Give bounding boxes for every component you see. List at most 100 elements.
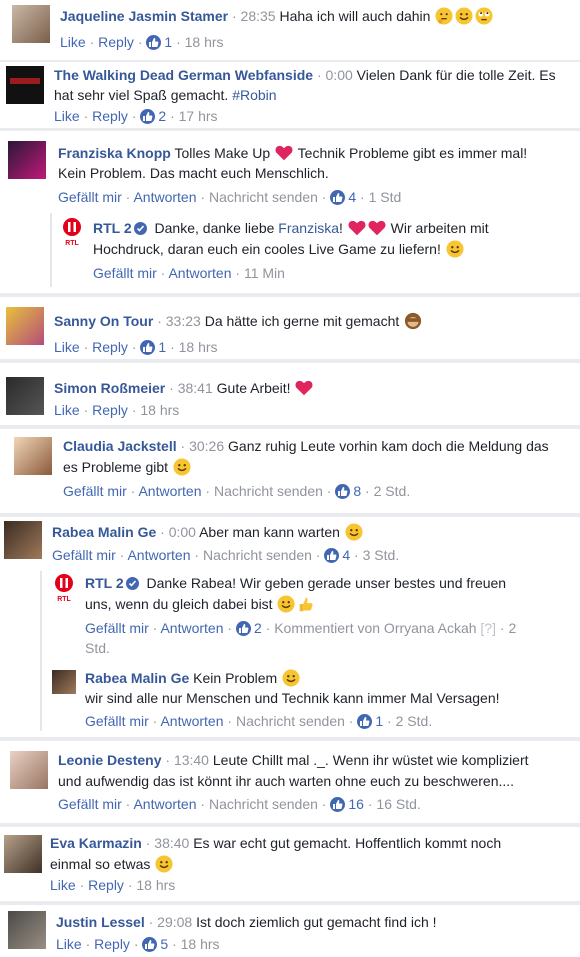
like-count[interactable]: 16 [348, 796, 364, 812]
send-message-link[interactable]: Nachricht senden [203, 547, 312, 563]
send-message-link[interactable]: Nachricht senden [209, 796, 318, 812]
reply-link[interactable]: Reply [88, 877, 124, 893]
author-name[interactable]: Claudia Jackstell [63, 438, 177, 454]
avatar[interactable] [6, 307, 44, 345]
timestamp[interactable]: 30:26 [189, 438, 224, 454]
author-name[interactable]: Eva Karmazin [50, 835, 142, 851]
timestamp[interactable]: 38:40 [154, 835, 189, 851]
avatar[interactable] [4, 521, 42, 559]
reply-link[interactable]: Antworten [133, 796, 196, 812]
age[interactable]: 18 hrs [181, 936, 220, 952]
rtl2-logo[interactable]: RTL [60, 217, 84, 247]
author-name[interactable]: Sanny On Tour [54, 313, 153, 329]
avatar[interactable] [14, 437, 52, 475]
like-link[interactable]: Like [54, 339, 80, 355]
reply-thread-line [50, 213, 52, 287]
author-name[interactable]: Justin Lessel [56, 914, 145, 930]
age[interactable]: 11 Min [244, 265, 285, 281]
smile-emoji-icon [282, 669, 300, 687]
send-message-link[interactable]: Nachricht senden [236, 713, 345, 729]
timestamp[interactable]: 28:35 [241, 8, 276, 24]
reply-link[interactable]: Antworten [160, 620, 223, 636]
like-link[interactable]: Like [56, 936, 82, 952]
like-link[interactable]: Like [54, 402, 80, 418]
reply-link[interactable]: Reply [98, 34, 134, 50]
author-name[interactable]: Simon Roßmeier [54, 380, 165, 396]
comment-claudia: Claudia Jackstell · 30:26 Ganz ruhig Leu… [0, 429, 580, 513]
author-name[interactable]: Leonie Desteny [58, 752, 161, 768]
like-link[interactable]: Gefällt mir [85, 713, 149, 729]
comment-eva: Eva Karmazin · 38:40 Es war echt gut gem… [0, 827, 580, 901]
hashtag-link[interactable]: #Robin [232, 87, 276, 103]
reply-link[interactable]: Reply [94, 936, 130, 952]
avatar[interactable] [4, 835, 42, 873]
reply-link[interactable]: Antworten [160, 713, 223, 729]
help-link[interactable]: [?] [480, 620, 496, 636]
comment-text-line2: es Probleme gibt [63, 459, 169, 475]
author-name[interactable]: The Walking Dead German Webfanside [54, 67, 313, 83]
reply-link[interactable]: Antworten [138, 483, 201, 499]
like-count[interactable]: 4 [348, 189, 356, 205]
like-link[interactable]: Gefällt mir [85, 620, 149, 636]
age-unit[interactable]: Std. [85, 640, 110, 656]
reply-link[interactable]: Antworten [127, 547, 190, 563]
reply-link[interactable]: Antworten [168, 265, 231, 281]
age[interactable]: 2 Std. [396, 713, 433, 729]
timestamp[interactable]: 38:41 [178, 380, 213, 396]
age[interactable]: 18 hrs [140, 402, 179, 418]
comment-walking-dead: The Walking Dead German Webfanside · 0:0… [0, 62, 580, 128]
timestamp[interactable]: 0:00 [326, 67, 353, 83]
age[interactable]: 3 Std. [363, 547, 400, 563]
avatar[interactable] [12, 5, 50, 43]
like-count[interactable]: 2 [254, 620, 262, 636]
author-name[interactable]: Franziska Knopp [58, 145, 171, 161]
avatar[interactable] [10, 751, 48, 789]
reply-link[interactable]: Reply [92, 339, 128, 355]
thumbs-up-icon [335, 484, 351, 499]
like-count[interactable]: 4 [342, 547, 350, 563]
age[interactable]: 1 Std [369, 189, 402, 205]
mention-link[interactable]: Franziska [278, 220, 339, 236]
reply-link[interactable]: Reply [92, 402, 128, 418]
reply-text-line2: uns, wenn du gleich dabei bist [85, 596, 273, 612]
send-message-link[interactable]: Nachricht senden [214, 483, 323, 499]
timestamp[interactable]: 33:23 [166, 313, 201, 329]
age[interactable]: 17 hrs [179, 108, 218, 124]
like-link[interactable]: Like [54, 108, 80, 124]
thumbs-up-icon [146, 35, 162, 50]
reply-author-name[interactable]: Rabea Malin Ge [85, 670, 189, 686]
thumbs-up-icon [140, 340, 156, 355]
rtl2-logo[interactable]: RTL [52, 573, 76, 603]
send-message-link[interactable]: Nachricht senden [209, 189, 318, 205]
age[interactable]: 18 hrs [179, 339, 218, 355]
age[interactable]: 2 Std. [374, 483, 411, 499]
age[interactable]: 18 hrs [185, 34, 224, 50]
like-link[interactable]: Gefällt mir [58, 796, 122, 812]
timestamp[interactable]: 29:08 [157, 914, 192, 930]
like-link[interactable]: Gefällt mir [63, 483, 127, 499]
like-link[interactable]: Gefällt mir [52, 547, 116, 563]
reply-link[interactable]: Antworten [133, 189, 196, 205]
like-link[interactable]: Like [60, 34, 86, 50]
age[interactable]: 18 hrs [136, 877, 175, 893]
reply-author-name[interactable]: RTL 2 [85, 575, 124, 591]
avatar[interactable] [8, 911, 46, 949]
age-number[interactable]: 2 [508, 620, 516, 636]
avatar[interactable] [6, 66, 44, 104]
reply-author-name[interactable]: RTL 2 [93, 220, 132, 236]
avatar[interactable] [52, 670, 76, 694]
like-link[interactable]: Gefällt mir [93, 265, 157, 281]
reply-link[interactable]: Reply [92, 108, 128, 124]
author-name[interactable]: Jaqueline Jasmin Stamer [60, 8, 228, 24]
like-link[interactable]: Gefällt mir [58, 189, 122, 205]
timestamp[interactable]: 0:00 [169, 524, 196, 540]
age[interactable]: 16 Std. [376, 796, 420, 812]
author-name[interactable]: Rabea Malin Ge [52, 524, 156, 540]
like-count[interactable]: 1 [375, 713, 383, 729]
timestamp[interactable]: 13:40 [174, 752, 209, 768]
like-link[interactable]: Like [50, 877, 76, 893]
avatar[interactable] [6, 377, 44, 415]
avatar[interactable] [8, 141, 46, 179]
reply-text-c: Wir arbeiten mit [390, 220, 489, 236]
like-count[interactable]: 8 [353, 483, 361, 499]
